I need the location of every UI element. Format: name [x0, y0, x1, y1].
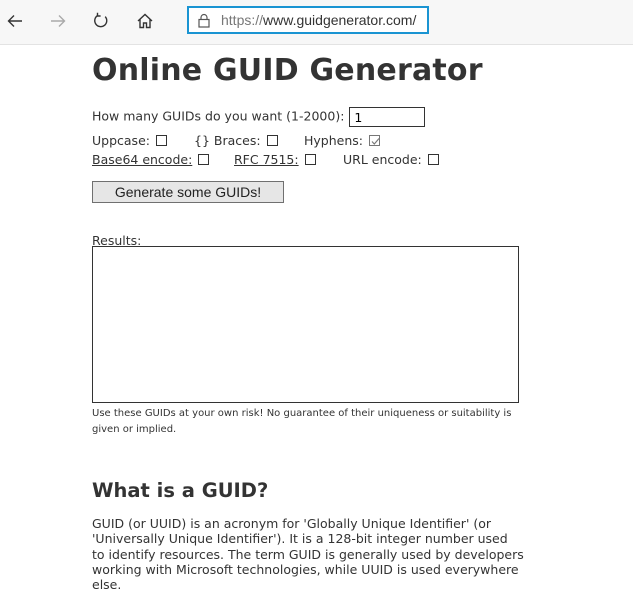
browser-toolbar: https://www.guidgenerator.com/: [0, 0, 633, 45]
braces-option: {} Braces:: [194, 133, 278, 148]
base64-checkbox[interactable]: [198, 154, 210, 165]
home-icon: [136, 12, 154, 30]
uppcase-checkbox[interactable]: [155, 135, 167, 146]
results-textarea[interactable]: [92, 246, 519, 403]
how-many-row: How many GUIDs do you want (1-2000): 1: [92, 107, 426, 127]
hyphens-checkbox[interactable]: [368, 135, 380, 146]
generate-button[interactable]: Generate some GUIDs!: [92, 181, 284, 203]
how-many-input[interactable]: 1: [349, 107, 426, 127]
url-host: www.guidgenerator.com/: [263, 12, 417, 28]
urlencode-label: URL encode:: [343, 152, 422, 167]
home-button[interactable]: [131, 7, 159, 35]
how-many-label: How many GUIDs do you want (1-2000):: [92, 108, 345, 124]
back-button[interactable]: [1, 7, 29, 35]
forward-icon: [49, 12, 67, 30]
rfc7515-checkbox[interactable]: [304, 154, 316, 165]
urlencode-option: URL encode:: [343, 152, 439, 167]
rfc7515-option: RFC 7515:: [234, 152, 316, 167]
address-bar[interactable]: https://www.guidgenerator.com/: [187, 6, 429, 34]
disclaimer-text: Use these GUIDs at your own risk! No gua…: [92, 408, 512, 435]
braces-checkbox[interactable]: [266, 135, 278, 146]
base64-option: Base64 encode:: [92, 152, 210, 167]
checkmark-icon: [371, 138, 380, 145]
page-title: Online GUID Generator: [92, 53, 483, 88]
forward-button[interactable]: [44, 7, 72, 35]
hyphens-option: Hyphens:: [304, 133, 380, 148]
what-is-guid-paragraph: GUID (or UUID) is an acronym for 'Global…: [92, 516, 524, 593]
uppcase-label: Uppcase:: [92, 133, 150, 148]
url-scheme: https://: [221, 12, 264, 28]
what-is-guid-heading: What is a GUID?: [92, 479, 269, 502]
rfc7515-link[interactable]: RFC 7515:: [234, 152, 299, 167]
hyphens-label: Hyphens:: [304, 133, 363, 148]
urlencode-checkbox[interactable]: [427, 154, 439, 165]
back-icon: [6, 12, 24, 30]
lock-icon: [198, 12, 212, 28]
address-url: https://www.guidgenerator.com/: [221, 12, 416, 28]
refresh-button[interactable]: [87, 7, 115, 35]
braces-glyph: {}: [194, 133, 210, 148]
refresh-icon: [92, 12, 110, 30]
braces-label: Braces:: [213, 133, 261, 148]
base64-link[interactable]: Base64 encode:: [92, 152, 192, 167]
uppcase-option: Uppcase:: [92, 133, 167, 148]
